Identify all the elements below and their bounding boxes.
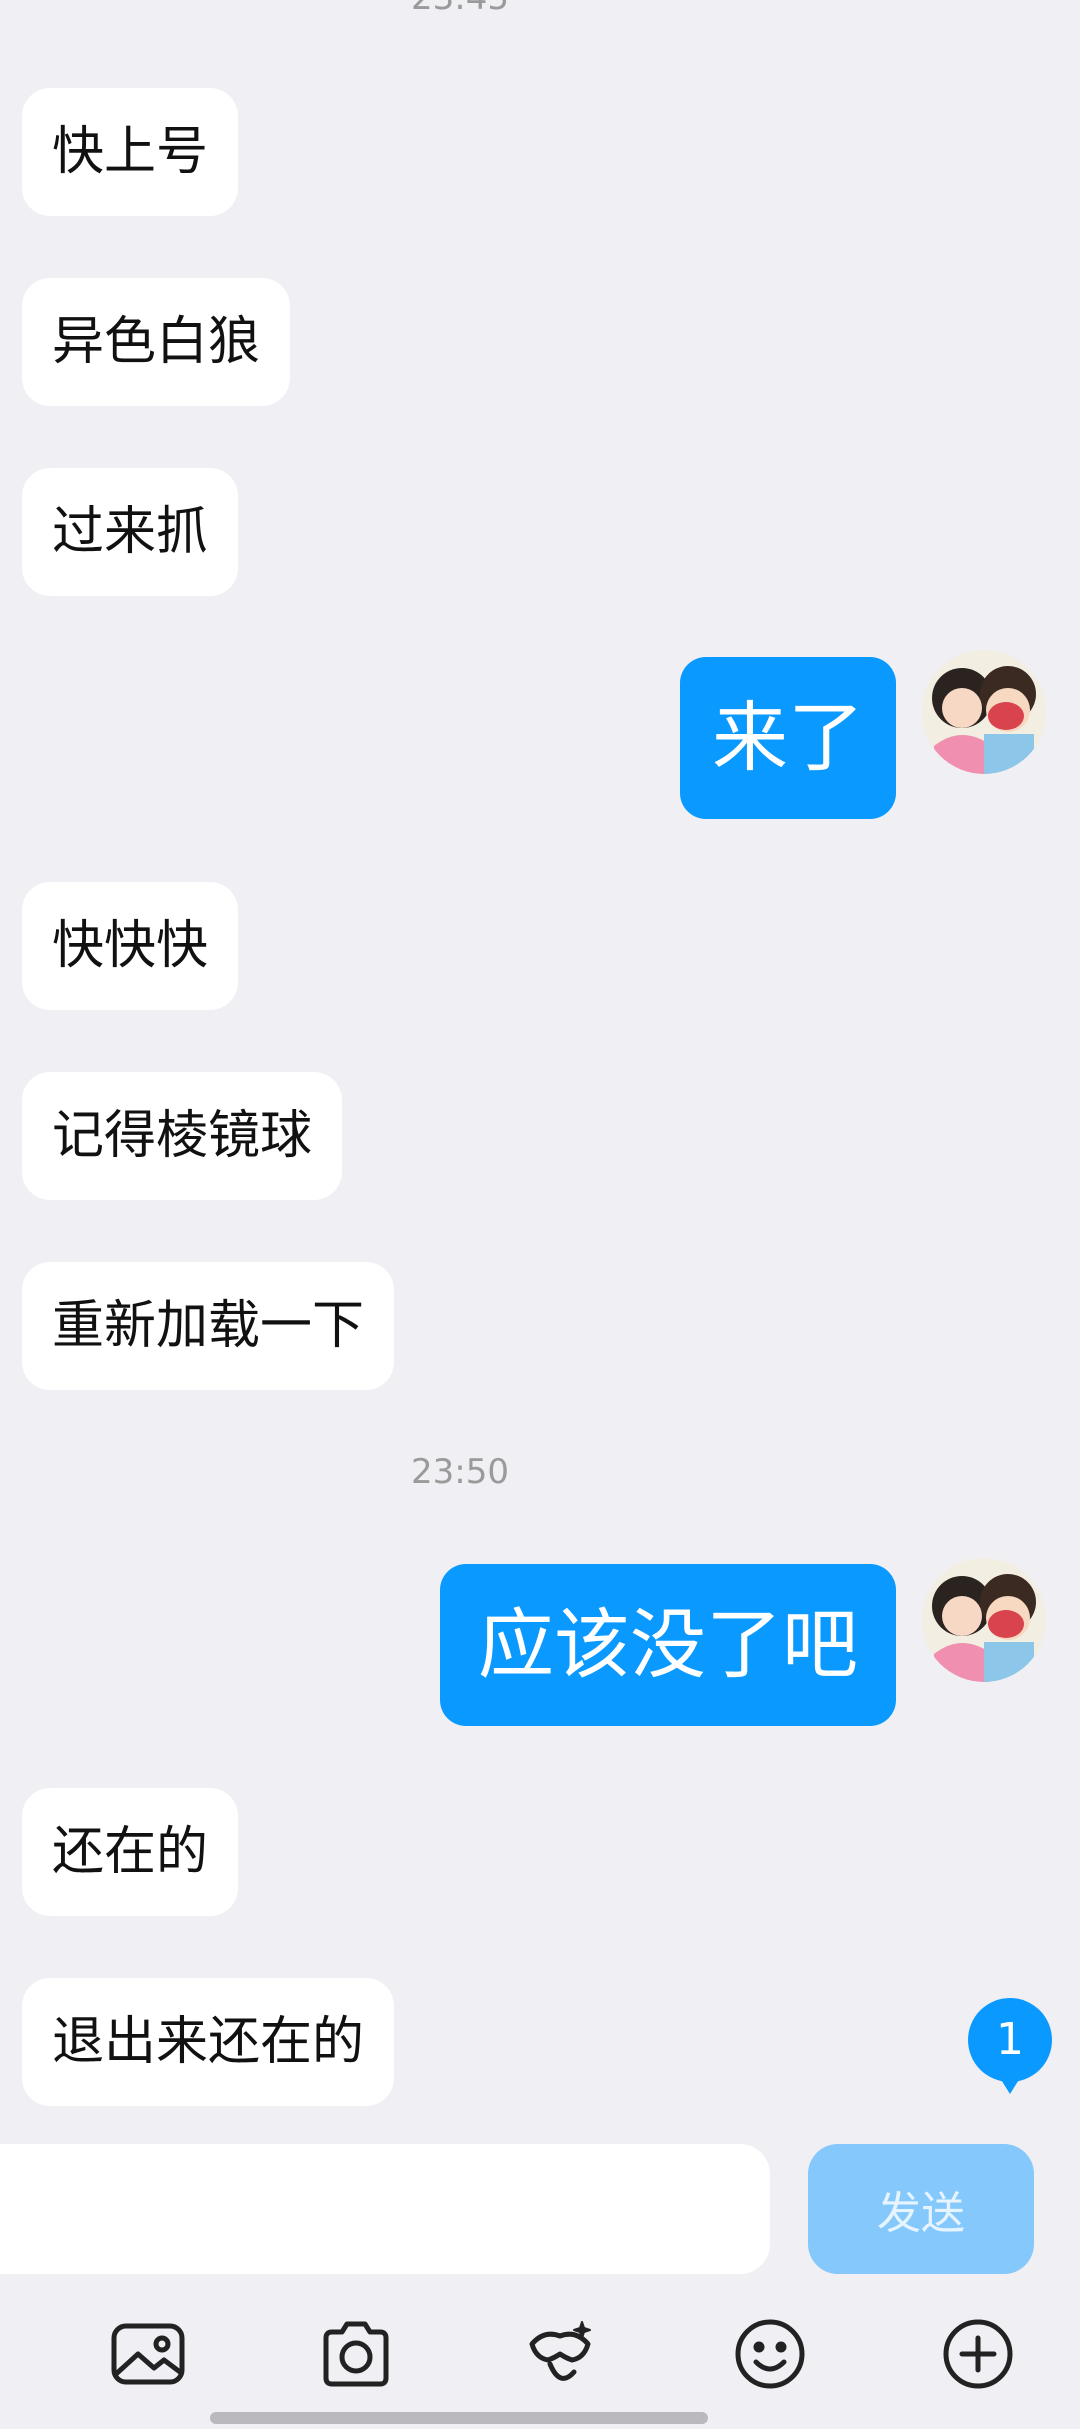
message-bubble-incoming[interactable]: 过来抓 (22, 468, 239, 596)
composer-toolbar (0, 2276, 1080, 2429)
avatar[interactable] (922, 650, 1046, 774)
message-bubble-incoming[interactable]: 快快快 (22, 882, 239, 1010)
emoji-icon[interactable] (730, 2314, 810, 2394)
message-bubble-incoming[interactable]: 重新加载一下 (22, 1262, 395, 1390)
message-list[interactable]: 23:45 快上号 异色白狼 过来抓 来了 快快快 记得棱镜球 重新加载一下 2… (0, 0, 1080, 2128)
camera-icon[interactable] (316, 2314, 396, 2394)
unread-count-badge[interactable]: 1 (968, 1998, 1052, 2094)
message-bubble-incoming[interactable]: 快上号 (22, 88, 239, 216)
chat-screen: 23:45 快上号 异色白狼 过来抓 来了 快快快 记得棱镜球 重新加载一下 2… (0, 0, 1080, 2429)
message-bubble-incoming[interactable]: 还在的 (22, 1788, 239, 1916)
home-indicator[interactable] (210, 2412, 708, 2424)
timestamp: 23:45 (0, 0, 920, 18)
message-bubble-outgoing[interactable]: 来了 (680, 657, 896, 819)
plus-circle-icon[interactable] (938, 2314, 1018, 2394)
message-bubble-outgoing[interactable]: 应该没了吧 (440, 1564, 896, 1726)
message-bubble-incoming[interactable]: 记得棱镜球 (22, 1072, 343, 1200)
timestamp: 23:50 (411, 1452, 509, 1492)
sticker-icon[interactable] (520, 2314, 600, 2394)
send-button[interactable]: 发送 (808, 2144, 1034, 2274)
message-bubble-incoming[interactable]: 异色白狼 (22, 278, 291, 406)
composer: 发送 (0, 2128, 1080, 2276)
message-input[interactable] (0, 2144, 770, 2274)
avatar[interactable] (922, 1558, 1046, 1682)
message-bubble-incoming[interactable]: 退出来还在的 (22, 1978, 395, 2106)
image-icon[interactable] (108, 2314, 188, 2394)
